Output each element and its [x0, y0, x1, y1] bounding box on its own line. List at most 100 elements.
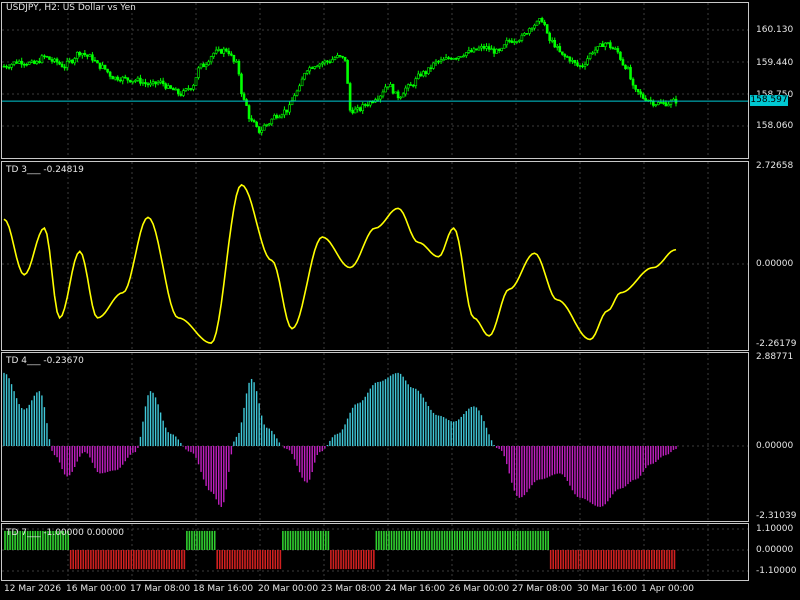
candle-body: [134, 80, 137, 82]
candle-body: [30, 60, 34, 63]
candle-body: [212, 52, 215, 57]
candle-body: [247, 105, 251, 119]
time-axis-label: 23 Mar 08:00: [321, 584, 382, 594]
candle-body: [513, 41, 516, 43]
candle-body: [283, 109, 286, 116]
candle-body: [583, 64, 587, 67]
candle-body: [528, 28, 531, 34]
candle-body: [81, 52, 84, 56]
candle-body: [449, 57, 453, 60]
candle-body: [111, 76, 114, 80]
candle-body: [273, 115, 276, 120]
candle-body: [411, 84, 415, 87]
candle-body: [83, 52, 87, 56]
candle-body: [586, 58, 589, 65]
candle-body: [550, 39, 554, 42]
td7-scale-label: 1.10000: [756, 524, 794, 534]
candle-body: [184, 88, 188, 92]
candle-body: [520, 34, 524, 41]
candle-body: [343, 56, 347, 61]
candle-body: [399, 96, 402, 99]
candle-body: [328, 61, 332, 64]
candle-body: [171, 88, 175, 91]
candle-body: [182, 90, 185, 96]
candle-body: [353, 108, 357, 114]
current-price-badge: 158.597: [750, 95, 788, 106]
candle-body: [454, 58, 458, 60]
candle-body: [189, 88, 193, 90]
time-axis-label: 16 Mar 00:00: [66, 584, 127, 594]
candle-body: [209, 56, 213, 63]
candle-body: [664, 102, 668, 107]
candle-body: [535, 20, 539, 26]
candle-body: [497, 48, 501, 51]
candle-body: [641, 93, 645, 99]
candle-body: [116, 76, 119, 81]
candle-body: [434, 60, 438, 64]
candle-body: [310, 67, 314, 69]
candle-body: [98, 62, 102, 69]
candle-body: [490, 48, 493, 51]
candle-body: [53, 58, 56, 62]
candle-body: [591, 52, 594, 55]
candle-body: [614, 48, 617, 50]
candle-body: [401, 93, 405, 98]
candle-body: [396, 91, 400, 99]
candle-body: [414, 78, 418, 86]
candle-body: [654, 104, 658, 106]
candle-body: [639, 91, 642, 95]
candle-body: [192, 85, 195, 90]
candle-body: [214, 49, 218, 54]
time-axis-label: 1 Apr 00:00: [641, 584, 694, 594]
candle-body: [444, 57, 448, 60]
candle-body: [295, 90, 299, 96]
td7-title: TD 7___ -1.00000 0.00000: [6, 528, 124, 538]
price-label: 160.130: [756, 25, 794, 35]
candle-body: [505, 40, 509, 46]
candle-body: [593, 49, 597, 54]
pane-frame-td3: [1, 161, 749, 351]
candle-body: [141, 82, 145, 84]
candle-body: [472, 48, 476, 53]
candle-body: [68, 59, 71, 62]
candle-body: [129, 79, 132, 83]
candle-body: [672, 98, 675, 102]
candle-body: [389, 84, 392, 88]
candle-body: [187, 88, 190, 90]
candle-body: [174, 88, 178, 91]
td4-scale-label: -2.31039: [756, 511, 797, 521]
candle-body: [262, 124, 266, 131]
candle-body: [530, 27, 534, 30]
candle-body: [667, 103, 670, 107]
candle-body: [626, 67, 630, 70]
candle-body: [103, 64, 107, 70]
candle-body: [113, 76, 117, 80]
candle-body: [475, 48, 478, 51]
candle-body: [222, 48, 226, 54]
candle-body: [662, 102, 665, 104]
candle-body: [621, 59, 625, 66]
candle-body: [391, 84, 395, 94]
candle-body: [177, 88, 180, 95]
candle-body: [321, 62, 324, 65]
candle-body: [644, 98, 647, 102]
chart-canvas[interactable]: [0, 0, 800, 600]
candle-body: [12, 61, 16, 65]
candle-body: [571, 60, 574, 62]
candle-body: [159, 80, 162, 83]
candle-body: [265, 124, 269, 126]
candle-body: [15, 61, 18, 64]
candle-body: [10, 64, 13, 68]
candle-body: [361, 104, 365, 112]
candle-body: [230, 53, 233, 56]
candle-body: [73, 58, 77, 64]
candle-body: [363, 104, 367, 106]
candle-body: [629, 67, 632, 80]
candle-body: [237, 60, 241, 75]
candle-body: [358, 107, 362, 112]
candle-body: [566, 56, 569, 58]
candle-body: [470, 50, 473, 53]
candle-body: [495, 48, 498, 54]
candle-body: [429, 67, 433, 70]
candle-body: [313, 66, 317, 69]
